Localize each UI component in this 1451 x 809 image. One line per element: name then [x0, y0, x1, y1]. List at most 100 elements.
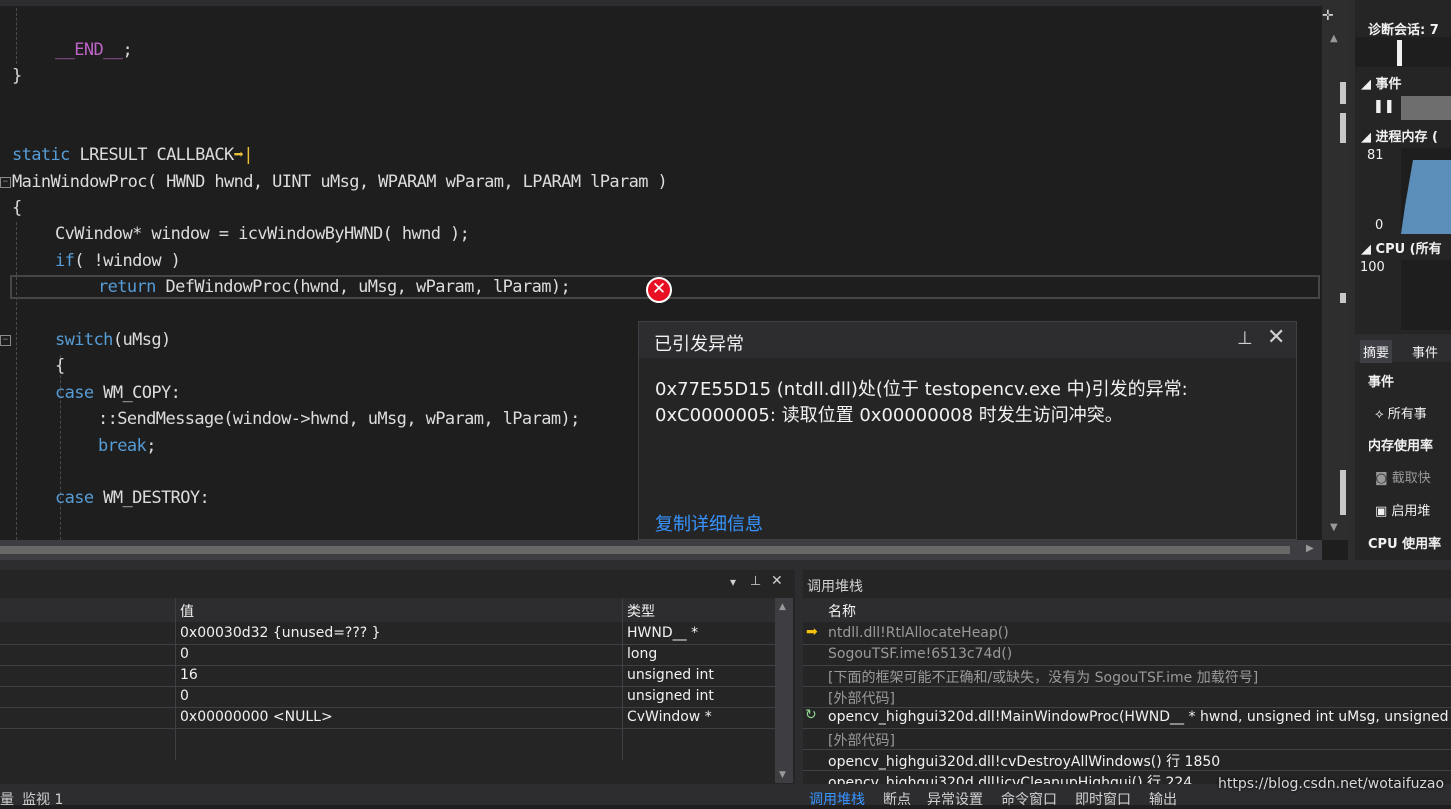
- stack-frame: ntdll.dll!RtlAllocateHeap(): [828, 625, 1009, 641]
- scroll-down-icon[interactable]: ▼: [1330, 522, 1338, 533]
- column-name[interactable]: 名称: [828, 601, 856, 621]
- cell-value: 0x00030d32 {unused=??? }: [180, 625, 381, 641]
- cell-type: long: [627, 646, 658, 662]
- timeline-ruler[interactable]: [1355, 37, 1451, 67]
- dropdown-icon[interactable]: ▾: [730, 575, 736, 589]
- table-row[interactable]: [外部代码]: [803, 686, 1451, 707]
- frame-return-icon: ↻: [805, 707, 817, 723]
- row-divider: [0, 728, 775, 729]
- code-line[interactable]: ::SendMessage(window->hwnd, uMsg, wParam…: [12, 406, 580, 432]
- pin-icon[interactable]: ⊥: [1237, 328, 1253, 349]
- cpu-graph: [1401, 260, 1451, 330]
- code-line[interactable]: CvWindow* window = icvWindowByHWND( hwnd…: [12, 221, 470, 247]
- panel-gripper[interactable]: [0, 560, 1451, 570]
- code-line[interactable]: if( !window ): [12, 248, 181, 274]
- heap-icon: ▣: [1375, 504, 1392, 519]
- column-type[interactable]: 类型: [627, 601, 655, 621]
- table-row[interactable]: ↻ opencv_highgui320d.dll!MainWindowProc(…: [803, 707, 1451, 728]
- events-section[interactable]: ◢ 事件: [1361, 73, 1402, 92]
- code-line[interactable]: static LRESULT CALLBACK➡|: [12, 142, 253, 168]
- section-events: 事件: [1368, 375, 1395, 390]
- section-memory: 内存使用率: [1368, 439, 1434, 454]
- cell-value: 0: [180, 646, 189, 662]
- editor-vertical-scrollbar[interactable]: ✛ ▲ ▼: [1322, 0, 1348, 540]
- table-row[interactable]: ➡ ntdll.dll!RtlAllocateHeap(): [803, 623, 1451, 644]
- table-row[interactable]: 16 unsigned int: [0, 665, 775, 686]
- code-line[interactable]: {: [12, 353, 65, 379]
- tab-events[interactable]: 事件: [1412, 342, 1438, 361]
- stack-frame: SogouTSF.ime!6513c74d(): [828, 646, 1013, 662]
- table-row[interactable]: SogouTSF.ime!6513c74d(): [803, 644, 1451, 665]
- code-line[interactable]: }: [12, 63, 22, 89]
- take-snapshot-button[interactable]: ◙ 截取快: [1375, 467, 1431, 486]
- current-frame-arrow-icon: ➡: [806, 624, 818, 640]
- all-events-button[interactable]: ⟡ 所有事: [1375, 403, 1427, 422]
- exception-popup-header: 已引发异常 ⊥ ✕: [639, 322, 1296, 358]
- code-line[interactable]: switch(uMsg): [12, 327, 171, 353]
- table-row[interactable]: opencv_highgui320d.dll!cvDestroyAllWindo…: [803, 749, 1451, 770]
- tab-watch-1[interactable]: 监视 1: [22, 789, 63, 809]
- tab-summary[interactable]: 摘要: [1360, 340, 1393, 363]
- camera-icon: ◙: [1375, 471, 1392, 486]
- stack-frame: opencv_highgui320d.dll!icvCleanupHighgui…: [828, 775, 1193, 784]
- memory-min-label: 0: [1375, 218, 1384, 233]
- tab-exception-settings[interactable]: 异常设置: [927, 789, 983, 809]
- fold-toggle[interactable]: −: [0, 335, 11, 346]
- memory-graph: [1401, 148, 1451, 234]
- close-icon[interactable]: ✕: [771, 573, 783, 589]
- scroll-marker: [1340, 113, 1346, 143]
- cell-type: unsigned int: [627, 688, 714, 704]
- exception-popup: 已引发异常 ⊥ ✕ 0x77E55D15 (ntdll.dll)处(位于 tes…: [638, 321, 1297, 540]
- table-row[interactable]: 0 long: [0, 644, 775, 665]
- locals-scrollbar[interactable]: ▲ ▼: [775, 598, 793, 783]
- scroll-up-icon[interactable]: ▲: [779, 602, 786, 612]
- watermark: https://blog.csdn.net/wotaifuzao: [1218, 776, 1445, 792]
- locals-panel: ▾ ⊥ ✕ 值 类型 0x00030d32 {unused=??? } HWND…: [0, 570, 795, 808]
- table-row[interactable]: 0 unsigned int: [0, 686, 775, 707]
- timeline-cursor[interactable]: [1397, 40, 1402, 66]
- table-row[interactable]: 0x00030d32 {unused=??? } HWND__ *: [0, 623, 775, 644]
- cell-value: 0x00000000 <NULL>: [180, 709, 333, 725]
- scroll-right-icon[interactable]: ▶: [1306, 543, 1314, 554]
- copy-details-link[interactable]: 复制详细信息: [655, 510, 763, 536]
- split-icon[interactable]: ✛: [1322, 8, 1334, 24]
- error-icon[interactable]: ✕: [646, 277, 672, 303]
- tab-command-window[interactable]: 命令窗口: [1001, 789, 1057, 809]
- code-line[interactable]: {: [12, 195, 22, 221]
- tab-breakpoints[interactable]: 断点: [883, 789, 911, 809]
- panel-splitter[interactable]: [1348, 0, 1355, 560]
- call-stack-panel: 调用堆栈 名称 ➡ ntdll.dll!RtlAllocateHeap() So…: [803, 570, 1451, 808]
- events-track: [1401, 96, 1451, 120]
- code-line[interactable]: break;: [12, 433, 156, 459]
- panel-splitter[interactable]: [795, 570, 803, 805]
- code-line[interactable]: MainWindowProc( HWND hwnd, UINT uMsg, WP…: [0, 169, 668, 195]
- tab-call-stack[interactable]: 调用堆栈: [809, 789, 865, 809]
- horizontal-scroll-thumb[interactable]: [0, 546, 1290, 554]
- pin-icon[interactable]: ⊥: [750, 574, 761, 589]
- column-value[interactable]: 值: [180, 601, 194, 621]
- enable-heap-button[interactable]: ▣ 启用堆: [1375, 500, 1430, 519]
- code-line[interactable]: case WM_COPY:: [12, 380, 181, 406]
- tab-output[interactable]: 输出: [1149, 789, 1177, 809]
- close-icon[interactable]: ✕: [1267, 325, 1285, 350]
- scroll-down-icon[interactable]: ▼: [779, 770, 786, 780]
- editor-horizontal-scrollbar[interactable]: ▶: [0, 540, 1322, 560]
- cell-type: unsigned int: [627, 667, 714, 683]
- pause-icon[interactable]: ❚❚: [1373, 99, 1395, 114]
- cpu-section[interactable]: ◢ CPU (所有: [1361, 238, 1442, 257]
- code-line[interactable]: __END__;: [12, 37, 133, 63]
- stack-frame: [外部代码]: [828, 733, 895, 749]
- process-memory-section[interactable]: ◢ 进程内存 (: [1361, 126, 1438, 145]
- table-row[interactable]: [外部代码]: [803, 728, 1451, 749]
- editor-tab-strip: [0, 0, 1322, 6]
- tab-locals[interactable]: 量: [0, 789, 14, 809]
- code-line[interactable]: case WM_DESTROY:: [12, 485, 210, 511]
- scroll-up-icon[interactable]: ▲: [1330, 33, 1338, 44]
- events-icon: ⟡: [1375, 407, 1388, 422]
- code-line[interactable]: return DefWindowProc(hwnd, uMsg, wParam,…: [12, 274, 571, 300]
- table-row[interactable]: 0x00000000 <NULL> CvWindow *: [0, 707, 775, 728]
- scroll-thumb[interactable]: [1340, 470, 1346, 515]
- tab-immediate-window[interactable]: 即时窗口: [1075, 789, 1131, 809]
- table-row[interactable]: [下面的框架可能不正确和/或缺失，没有为 SogouTSF.ime 加载符号]: [803, 665, 1451, 686]
- collapsed-arrow-icon[interactable]: ➡|: [234, 145, 254, 165]
